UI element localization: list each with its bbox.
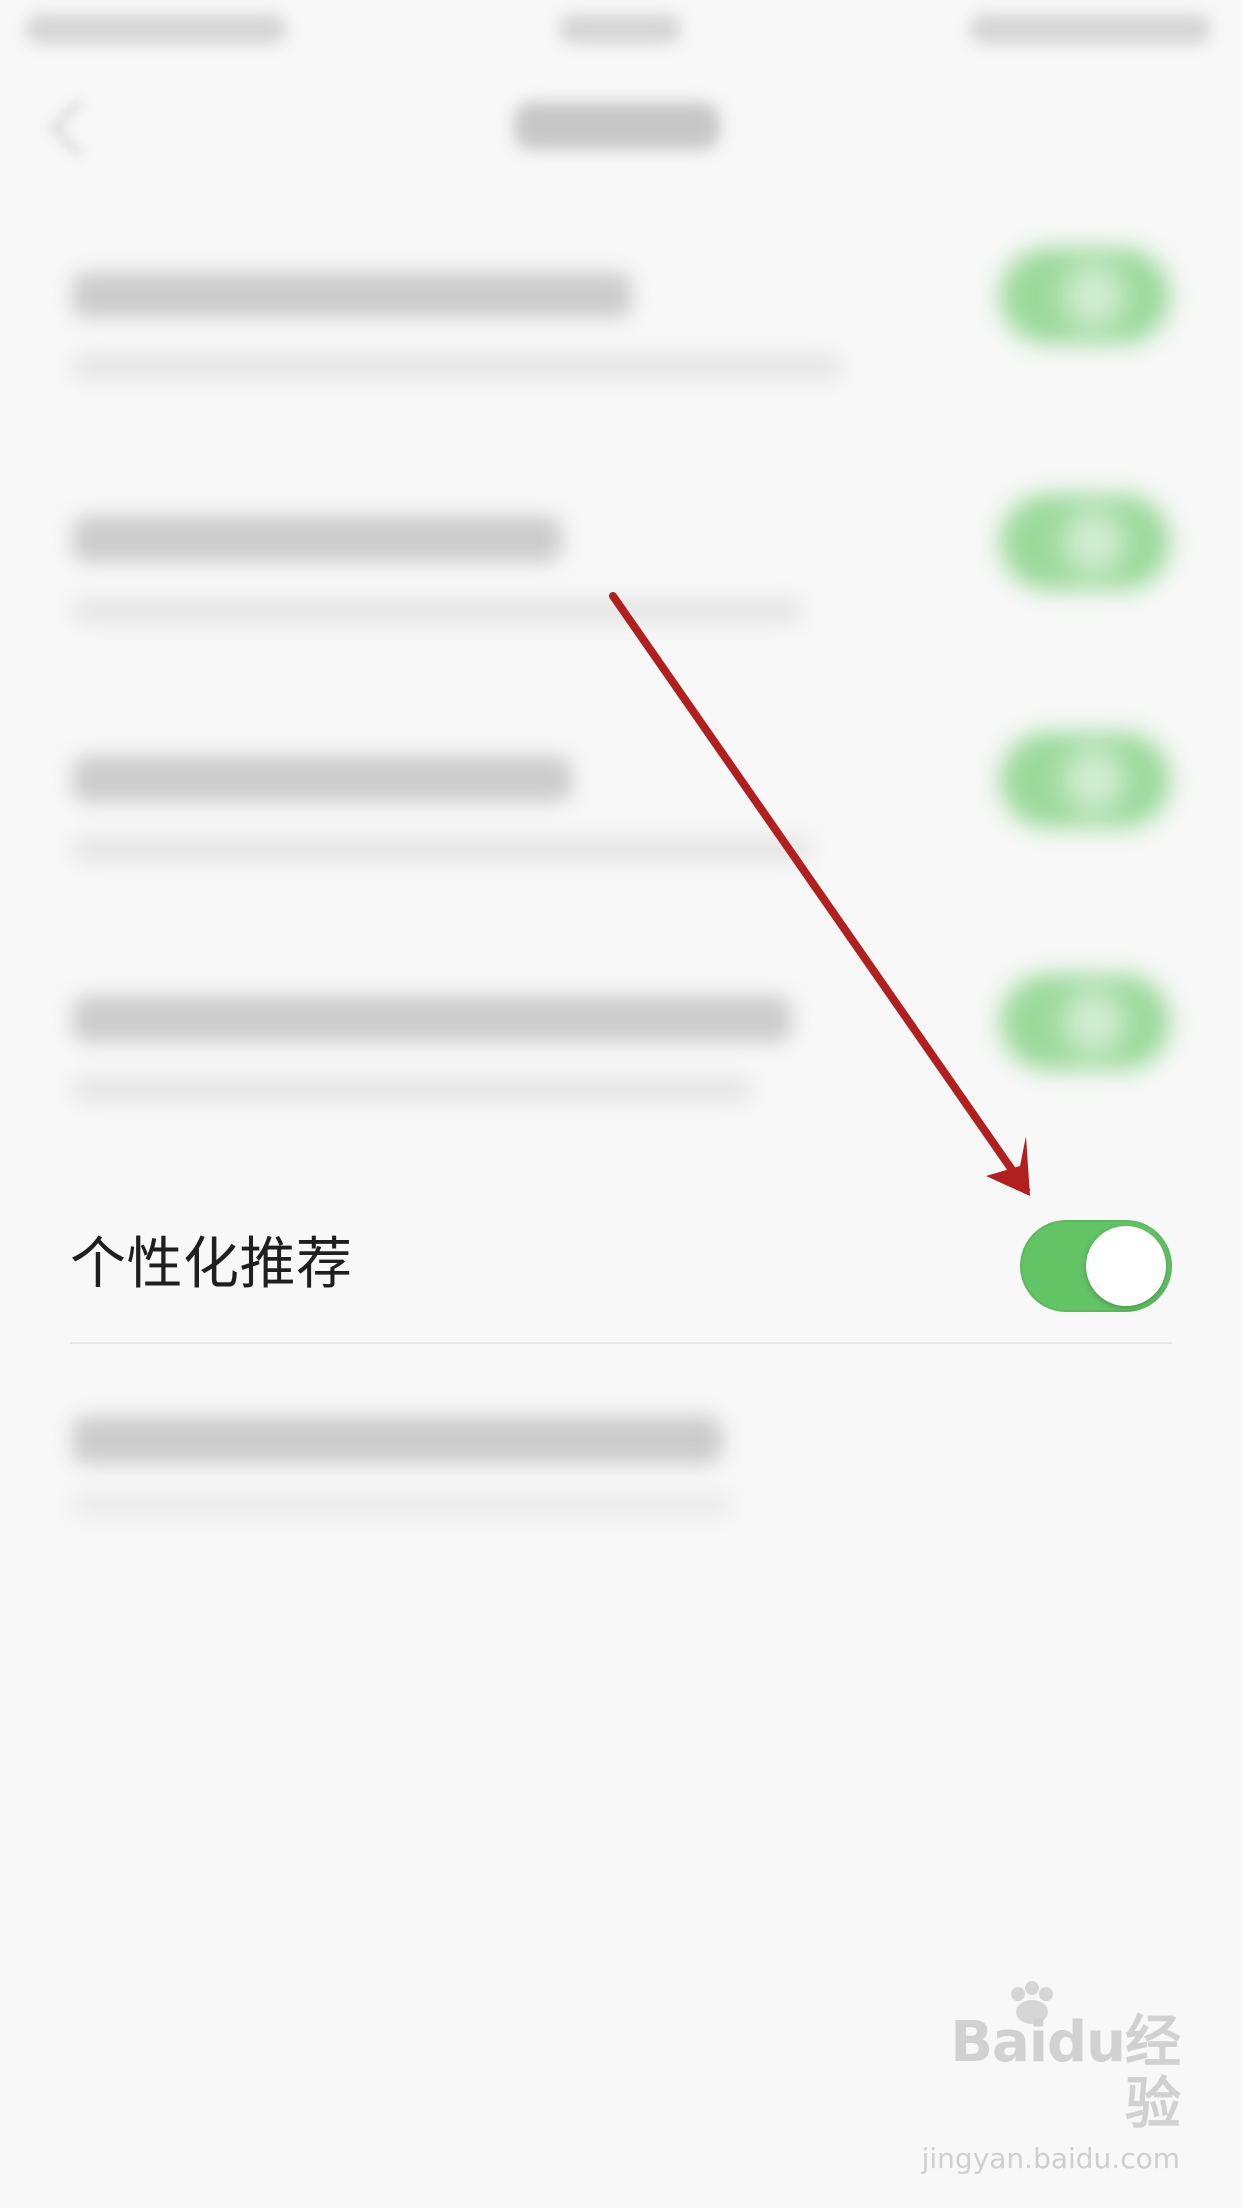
setting-row[interactable] — [0, 952, 1242, 1182]
navigation-bar — [0, 64, 1242, 184]
status-time — [560, 14, 680, 44]
setting-row-title — [72, 272, 632, 318]
setting-row[interactable] — [0, 712, 1242, 942]
setting-row-personalized-recommendation[interactable]: 个性化推荐 — [0, 1190, 1242, 1340]
setting-toggle[interactable] — [1000, 732, 1170, 828]
setting-toggle[interactable] — [1000, 248, 1170, 344]
baidu-jingyan-watermark: Baidu经验 jingyan.baidu.com — [920, 1981, 1181, 2175]
setting-row-title — [72, 1416, 722, 1464]
setting-toggle[interactable] — [1000, 494, 1170, 590]
status-battery — [970, 14, 1210, 44]
setting-row-description — [72, 1492, 732, 1518]
toggle-knob — [1086, 1226, 1166, 1306]
setting-row[interactable] — [0, 1390, 1242, 1550]
setting-row[interactable] — [0, 230, 1242, 460]
back-chevron-icon[interactable] — [49, 99, 107, 157]
settings-screen: 个性化推荐 Baidu经验 jingyan.baidu.com — [0, 0, 1242, 2208]
page-title — [514, 102, 720, 150]
setting-row-description — [72, 354, 842, 380]
setting-label-personalized-recommendation: 个性化推荐 — [70, 1232, 353, 1297]
setting-row-description — [72, 1076, 752, 1102]
setting-row-description — [72, 836, 812, 862]
watermark-brand: Baidu经验 — [950, 2010, 1181, 2137]
setting-row-title — [72, 756, 572, 802]
watermark-url: jingyan.baidu.com — [921, 2142, 1180, 2175]
personalized-recommendation-toggle[interactable] — [1020, 1220, 1172, 1312]
setting-row-title — [72, 516, 562, 562]
setting-row-description — [72, 598, 802, 624]
setting-toggle[interactable] — [1000, 974, 1170, 1070]
status-carrier-signal — [26, 14, 286, 44]
row-divider — [70, 1342, 1172, 1344]
setting-row[interactable] — [0, 472, 1242, 702]
status-bar — [0, 0, 1242, 64]
setting-row-title — [72, 996, 792, 1042]
